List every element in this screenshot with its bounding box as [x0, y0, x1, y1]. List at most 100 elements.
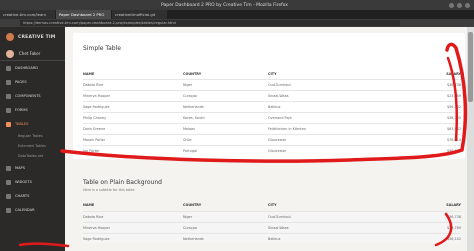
logo-icon	[6, 33, 14, 41]
cell-name: Doris Greene	[83, 126, 106, 131]
sidebar-subitem-extended[interactable]: Extended Tables	[0, 141, 65, 151]
sidebar-item-label: Maps	[15, 166, 26, 170]
cell-country: Curaçao	[183, 225, 198, 230]
sidebar: CREATIVE TIM Chet Faker Dashboard Pages …	[0, 27, 65, 251]
scrollbar-thumb[interactable]	[468, 32, 473, 102]
header-country: COUNTRY	[183, 203, 202, 207]
header-salary: SALARY	[446, 203, 461, 207]
table-row: Dakota Rice Niger Oud-Turnhout $36,738	[83, 79, 461, 89]
sidebar-item-tables[interactable]: Tables	[0, 117, 65, 131]
browser-toolbar: https://demos.creative-tim.com/paper-das…	[0, 19, 474, 27]
sidebar-subitem-regular[interactable]: Regular Tables	[0, 131, 65, 141]
sidebar-item-label: Charts	[15, 194, 30, 198]
header-name: NAME	[83, 72, 95, 76]
maps-icon	[6, 165, 11, 171]
cell-city: Sinaai-Waas	[268, 225, 289, 230]
browser-tab-2[interactable]: Paper Dashboard 2 PRO	[56, 10, 111, 19]
avatar	[6, 49, 14, 58]
cell-salary: $63,542	[446, 126, 461, 131]
table-row: Minerva Hooper Curaçao Sinaai-Waas $23,789	[83, 90, 461, 100]
cell-salary: $23,789	[446, 225, 461, 230]
cell-city: Gloucester	[268, 148, 287, 153]
dashboard-icon	[6, 65, 11, 71]
calendar-icon	[6, 207, 11, 213]
cell-name: Dakota Rice	[83, 82, 104, 87]
cell-name: Sage Rodriguez	[83, 104, 110, 109]
sidebar-item-label: Widgets	[15, 180, 32, 184]
sidebar-item-charts[interactable]: Charts	[0, 189, 65, 203]
sidebar-subitem-datatables[interactable]: DataTables.net	[0, 151, 65, 161]
cell-salary: $38,735	[446, 115, 461, 120]
cell-salary: $36,738	[446, 82, 461, 87]
cell-country: Netherlands	[183, 236, 204, 241]
user-profile[interactable]: Chet Faker	[0, 47, 65, 61]
sidebar-item-label: Forms	[15, 108, 28, 112]
widgets-icon	[6, 179, 11, 185]
cell-salary: $23,789	[446, 93, 461, 98]
table-header: NAME COUNTRY CITY SALARY	[83, 200, 461, 210]
cell-city: Oud-Turnhout	[268, 82, 291, 87]
sidebar-item-calendar[interactable]: Calendar	[0, 203, 65, 217]
table-header: NAME COUNTRY CITY SALARY	[83, 69, 461, 79]
simple-table-title: Simple Table	[83, 45, 121, 52]
cell-salary: $78,615	[446, 137, 461, 142]
browser-tabbar: creative-tim.com/learn Paper Dashboard 2…	[0, 10, 474, 19]
cell-salary: $56,142	[446, 236, 461, 241]
main-content: Simple Table NAME COUNTRY CITY SALARY Da…	[65, 27, 474, 251]
cell-city: Baileux	[268, 104, 281, 109]
cell-city: Feldkirchen in Kärnten	[268, 126, 306, 131]
cell-salary: $98,615	[446, 148, 461, 153]
plain-table-subtitle: Here is a subtitle for this table	[83, 188, 135, 192]
cell-country: Curaçao	[183, 93, 198, 98]
minimize-icon[interactable]	[449, 2, 454, 8]
cell-city: Baileux	[268, 236, 281, 241]
cell-name: Philip Chaney	[83, 115, 107, 120]
sidebar-item-forms[interactable]: Forms	[0, 103, 65, 117]
cell-city: Oud-Turnhout	[268, 214, 291, 219]
cell-name: Sage Rodriguez	[83, 236, 110, 241]
browser-tab-3[interactable]: creativetimofficial.git	[112, 10, 167, 19]
sidebar-item-widgets[interactable]: Widgets	[0, 175, 65, 189]
window-title: Paper Dashboard 2 PRO by Creative Tim - …	[161, 2, 288, 8]
scrollbar[interactable]	[467, 27, 474, 251]
brand-logo[interactable]: CREATIVE TIM	[0, 27, 65, 47]
header-salary: SALARY	[446, 72, 461, 76]
cell-country: Niger	[183, 82, 193, 87]
sidebar-item-maps[interactable]: Maps	[0, 161, 65, 175]
table-row: Minerva Hooper Curaçao Sinaai-Waas $23,789	[83, 222, 461, 232]
brand-name: CREATIVE TIM	[18, 34, 56, 40]
table-row: Jon Porter Portugal Gloucester $98,615	[83, 145, 461, 155]
maximize-icon[interactable]	[457, 2, 462, 8]
simple-table-card: Simple Table NAME COUNTRY CITY SALARY Da…	[73, 33, 465, 159]
cell-name: Minerva Hooper	[83, 225, 110, 230]
sidebar-item-components[interactable]: Components	[0, 89, 65, 103]
cell-name: Dakota Rice	[83, 214, 104, 219]
close-icon[interactable]	[465, 2, 470, 8]
table-row: Sage Rodriguez Netherlands Baileux $56,142	[83, 233, 461, 243]
cell-country: Niger	[183, 214, 193, 219]
user-name: Chet Faker	[19, 51, 41, 56]
cell-country: Netherlands	[183, 104, 204, 109]
sidebar-item-dashboard[interactable]: Dashboard	[0, 61, 65, 75]
forms-icon	[6, 107, 11, 113]
sidebar-item-pages[interactable]: Pages	[0, 75, 65, 89]
cell-city: Gloucester	[268, 137, 287, 142]
pages-icon	[6, 79, 11, 85]
browser-tab-1[interactable]: creative-tim.com/learn	[0, 10, 55, 19]
header-city: CITY	[268, 203, 277, 207]
sidebar-item-label: Tables	[15, 122, 29, 126]
cell-country: Malawi	[183, 126, 195, 131]
cell-country: Korea, South	[183, 115, 205, 120]
plain-table-title: Table on Plain Background	[83, 179, 162, 186]
cell-name: Mason Porter	[83, 137, 106, 142]
components-icon	[6, 93, 11, 99]
table-row: Philip Chaney Korea, South Overland Park $3…	[83, 112, 461, 122]
cell-name: Jon Porter	[83, 148, 100, 153]
plain-table-card: Table on Plain Background Here is a subt…	[73, 163, 465, 251]
table-row: Sage Rodriguez Netherlands Baileux $56,142	[83, 101, 461, 111]
sidebar-item-label: Pages	[15, 80, 27, 84]
cell-name: Minerva Hooper	[83, 93, 110, 98]
table-row: Dakota Rice Niger Oud-Turnhout $36,738	[83, 211, 461, 221]
url-field[interactable]: https://demos.creative-tim.com/paper-das…	[20, 20, 400, 26]
header-country: COUNTRY	[183, 72, 202, 76]
